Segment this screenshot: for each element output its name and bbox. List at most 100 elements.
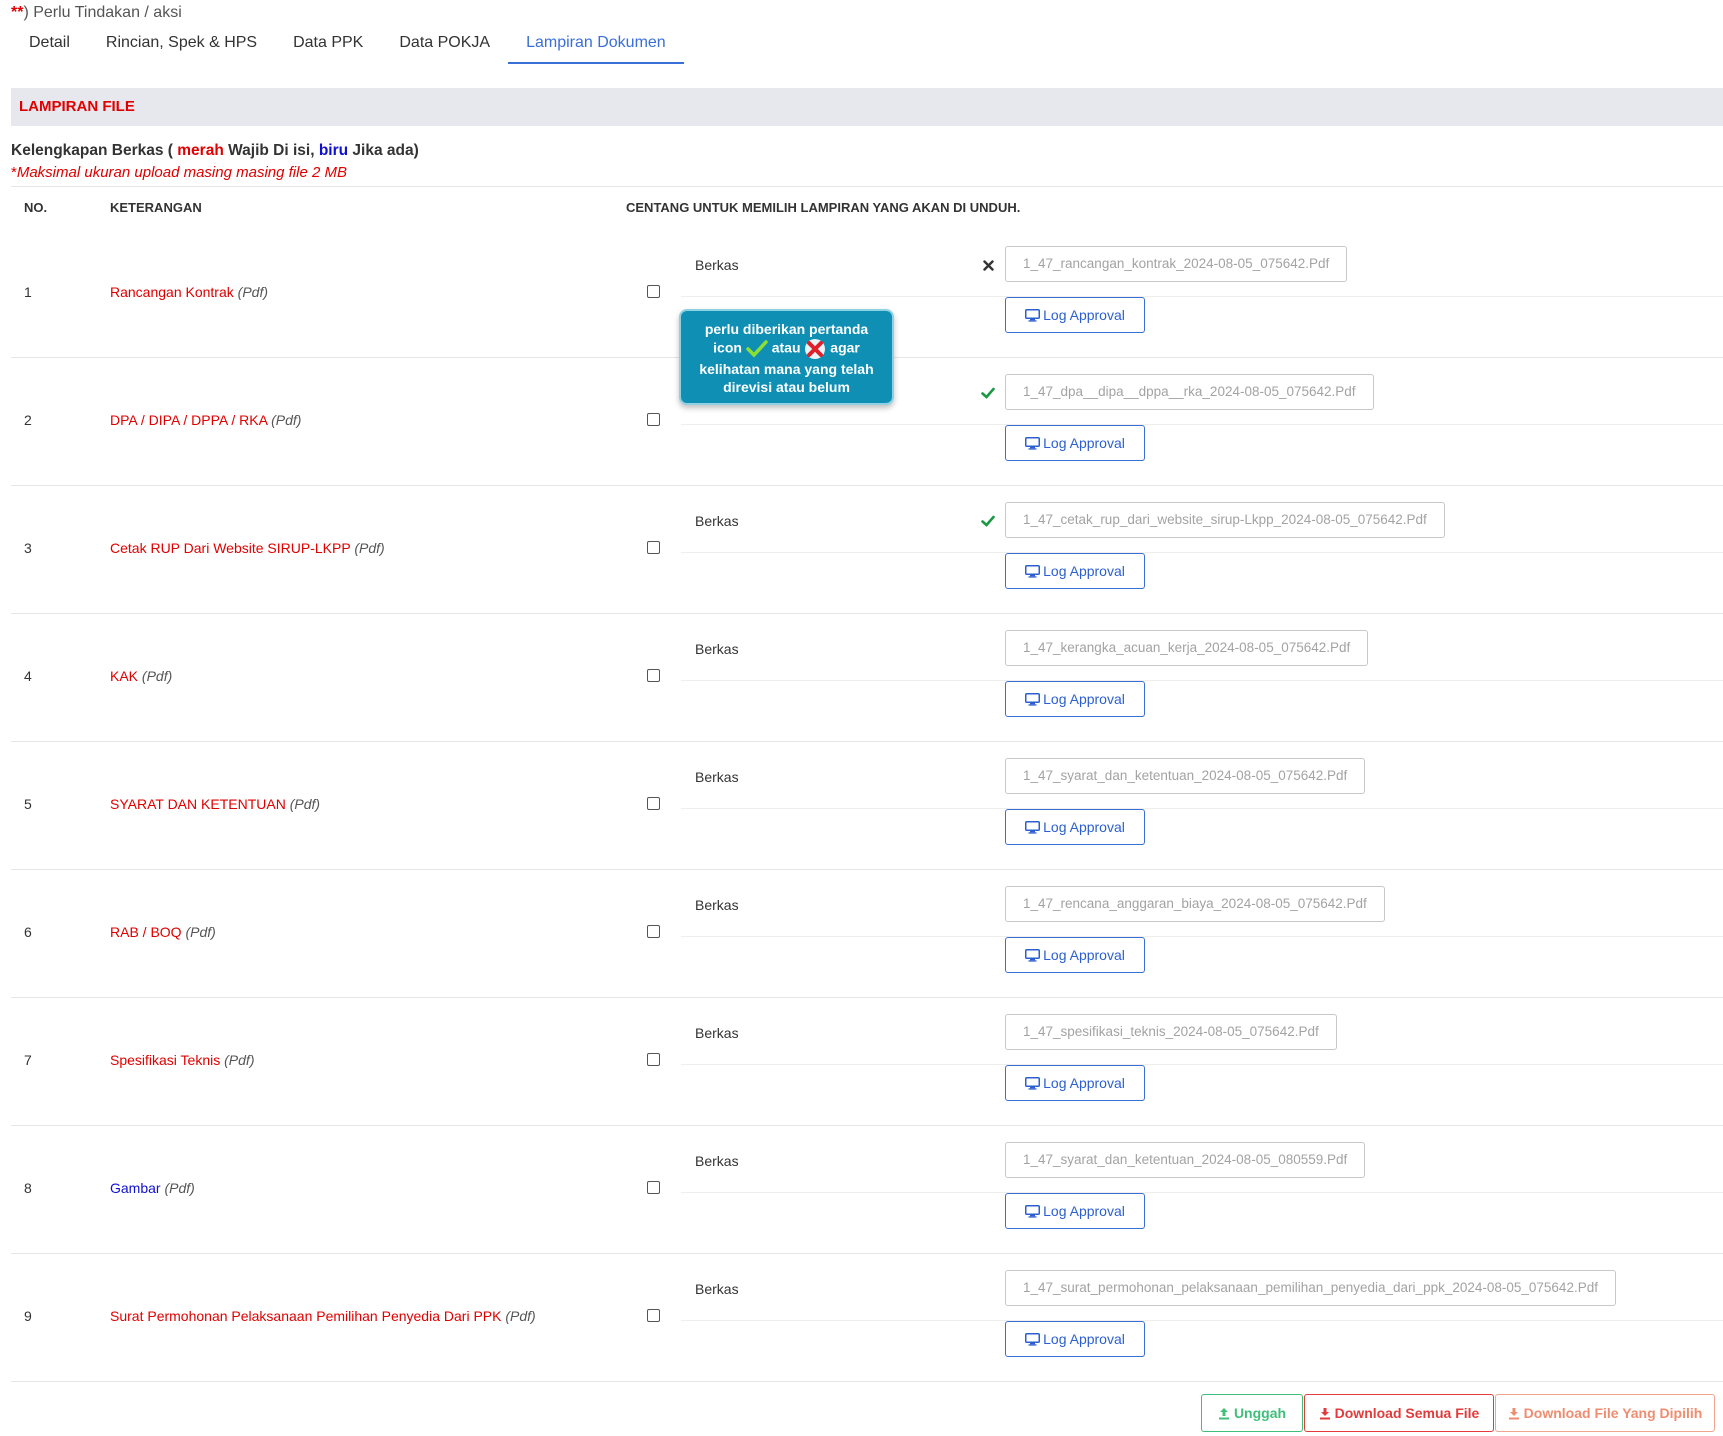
file-link[interactable]: 1_47_spesifikasi_teknis_2024-08-05_07564… — [1005, 1014, 1337, 1050]
log-approval-button[interactable]: Log Approval — [1005, 681, 1145, 717]
row-number: 1 — [24, 284, 32, 300]
log-approval-button[interactable]: Log Approval — [1005, 1065, 1145, 1101]
inner-divider — [681, 424, 1723, 425]
log-approval-button[interactable]: Log Approval — [1005, 1193, 1145, 1229]
file-type: (Pdf) — [185, 924, 216, 940]
tab-bar: Detail Rincian, Spek & HPS Data PPK Data… — [11, 28, 684, 64]
legend-merah: merah — [177, 142, 224, 159]
berkas-label: Berkas — [695, 1281, 739, 1297]
berkas-label: Berkas — [695, 897, 739, 913]
tab-detail[interactable]: Detail — [11, 28, 88, 64]
download-selected-button[interactable]: Download File Yang Dipilih — [1495, 1394, 1715, 1432]
upload-icon — [1218, 1407, 1229, 1419]
annotation-callout: perlu diberikan pertanda icon atau agar … — [679, 309, 894, 405]
select-checkbox[interactable] — [647, 1181, 660, 1194]
row-keterangan: RAB / BOQ (Pdf) — [110, 924, 216, 940]
log-approval-label: Log Approval — [1043, 947, 1125, 963]
table-row: 8 Gambar (Pdf) Berkas 1_47_syarat_dan_keten… — [11, 1126, 1723, 1254]
inner-divider — [681, 680, 1723, 681]
row-number: 3 — [24, 540, 32, 556]
legend-mid: Wajib Di isi, — [223, 142, 319, 159]
section-title: LAMPIRAN FILE — [19, 98, 135, 115]
log-approval-button[interactable]: Log Approval — [1005, 553, 1145, 589]
file-type: (Pdf) — [289, 796, 321, 812]
notice-stars: ** — [11, 4, 24, 21]
document-label: Surat Permohonan Pelaksanaan Pemilihan P… — [110, 1308, 502, 1324]
callout-line-4: direvisi atau belum — [723, 379, 850, 395]
inner-divider — [681, 1192, 1723, 1193]
file-link[interactable]: 1_47_surat_permohonan_pelaksanaan_pemili… — [1005, 1270, 1616, 1306]
legend-biru: biru — [318, 142, 349, 159]
log-approval-label: Log Approval — [1043, 1203, 1125, 1219]
tab-data-pokja[interactable]: Data POKJA — [381, 28, 508, 64]
download-icon — [1508, 1407, 1519, 1419]
monitor-icon — [1025, 308, 1041, 322]
file-link[interactable]: 1_47_kerangka_acuan_kerja_2024-08-05_075… — [1005, 630, 1369, 666]
file-type: (Pdf) — [354, 540, 385, 556]
monitor-icon — [1025, 948, 1041, 962]
monitor-icon — [1025, 564, 1041, 578]
inner-divider — [681, 1064, 1723, 1065]
monitor-icon — [1025, 820, 1041, 834]
callout-icon-word: icon — [713, 339, 742, 356]
log-approval-button[interactable]: Log Approval — [1005, 809, 1145, 845]
file-link[interactable]: 1_47_syarat_dan_ketentuan_2024-08-05_075… — [1005, 758, 1366, 794]
inner-divider — [681, 296, 1723, 297]
max-size-note: *Maksimal ukuran upload masing masing fi… — [11, 164, 347, 181]
log-approval-label: Log Approval — [1043, 691, 1125, 707]
file-link[interactable]: 1_47_rencana_anggaran_biaya_2024-08-05_0… — [1005, 886, 1385, 922]
section-header: LAMPIRAN FILE — [11, 88, 1723, 126]
select-checkbox[interactable] — [647, 925, 660, 938]
file-link[interactable]: 1_47_dpa__dipa__dppa__rka_2024-08-05_075… — [1005, 374, 1374, 410]
log-approval-button[interactable]: Log Approval — [1005, 297, 1145, 333]
log-approval-button[interactable]: Log Approval — [1005, 937, 1145, 973]
download-icon — [1319, 1407, 1330, 1419]
unggah-button[interactable]: Unggah — [1201, 1394, 1303, 1432]
select-checkbox[interactable] — [647, 797, 660, 810]
row-number: 7 — [24, 1052, 32, 1068]
revision-status — [978, 384, 998, 402]
log-approval-button[interactable]: Log Approval — [1005, 1321, 1145, 1357]
file-link[interactable]: 1_47_syarat_dan_ketentuan_2024-08-05_080… — [1005, 1142, 1366, 1178]
select-checkbox[interactable] — [647, 285, 660, 298]
revision-status — [978, 256, 998, 274]
row-keterangan: KAK (Pdf) — [110, 668, 172, 684]
log-approval-button[interactable]: Log Approval — [1005, 425, 1145, 461]
inner-divider — [681, 808, 1723, 809]
table-row: 9 Surat Permohonan Pelaksanaan Pemilihan … — [11, 1254, 1723, 1382]
monitor-icon — [1025, 1076, 1041, 1090]
inner-divider — [681, 552, 1723, 553]
status-cross-icon — [982, 259, 994, 271]
berkas-label: Berkas — [695, 1153, 739, 1169]
tab-rincian-spek-hps[interactable]: Rincian, Spek & HPS — [88, 28, 275, 64]
callout-line-1: perlu diberikan pertanda — [704, 321, 869, 337]
table-row: 4 KAK (Pdf) Berkas 1_47_kerangka_acuan_kerj… — [11, 614, 1723, 742]
log-approval-label: Log Approval — [1043, 819, 1125, 835]
inner-divider — [681, 936, 1723, 937]
select-checkbox[interactable] — [647, 413, 660, 426]
download-all-button[interactable]: Download Semua File — [1304, 1394, 1494, 1432]
file-type: (Pdf) — [237, 284, 268, 300]
callout-line-3: kelihatan mana yang telah — [699, 361, 874, 377]
select-checkbox[interactable] — [647, 1053, 660, 1066]
file-type: (Pdf) — [141, 668, 173, 684]
download-all-label: Download Semua File — [1334, 1405, 1480, 1421]
row-keterangan: DPA / DIPA / DPPA / RKA (Pdf) — [110, 412, 301, 428]
berkas-label: Berkas — [695, 1025, 739, 1041]
tab-data-ppk[interactable]: Data PPK — [275, 28, 381, 64]
select-checkbox[interactable] — [647, 541, 660, 554]
row-keterangan: Gambar (Pdf) — [110, 1180, 195, 1196]
file-type: (Pdf) — [224, 1052, 255, 1068]
monitor-icon — [1025, 436, 1041, 450]
select-checkbox[interactable] — [647, 669, 660, 682]
log-approval-label: Log Approval — [1043, 307, 1125, 323]
row-keterangan: Rancangan Kontrak (Pdf) — [110, 284, 268, 300]
row-keterangan: Cetak RUP Dari Website SIRUP-LKPP (Pdf) — [110, 540, 385, 556]
file-link[interactable]: 1_47_cetak_rup_dari_website_sirup-Lkpp_2… — [1005, 502, 1445, 538]
row-keterangan: Spesifikasi Teknis (Pdf) — [110, 1052, 254, 1068]
berkas-label: Berkas — [695, 257, 739, 273]
file-link[interactable]: 1_47_rancangan_kontrak_2024-08-05_075642… — [1005, 246, 1348, 282]
select-checkbox[interactable] — [647, 1309, 660, 1322]
document-label: DPA / DIPA / DPPA / RKA — [110, 412, 268, 428]
tab-lampiran-dokumen[interactable]: Lampiran Dokumen — [508, 28, 684, 64]
